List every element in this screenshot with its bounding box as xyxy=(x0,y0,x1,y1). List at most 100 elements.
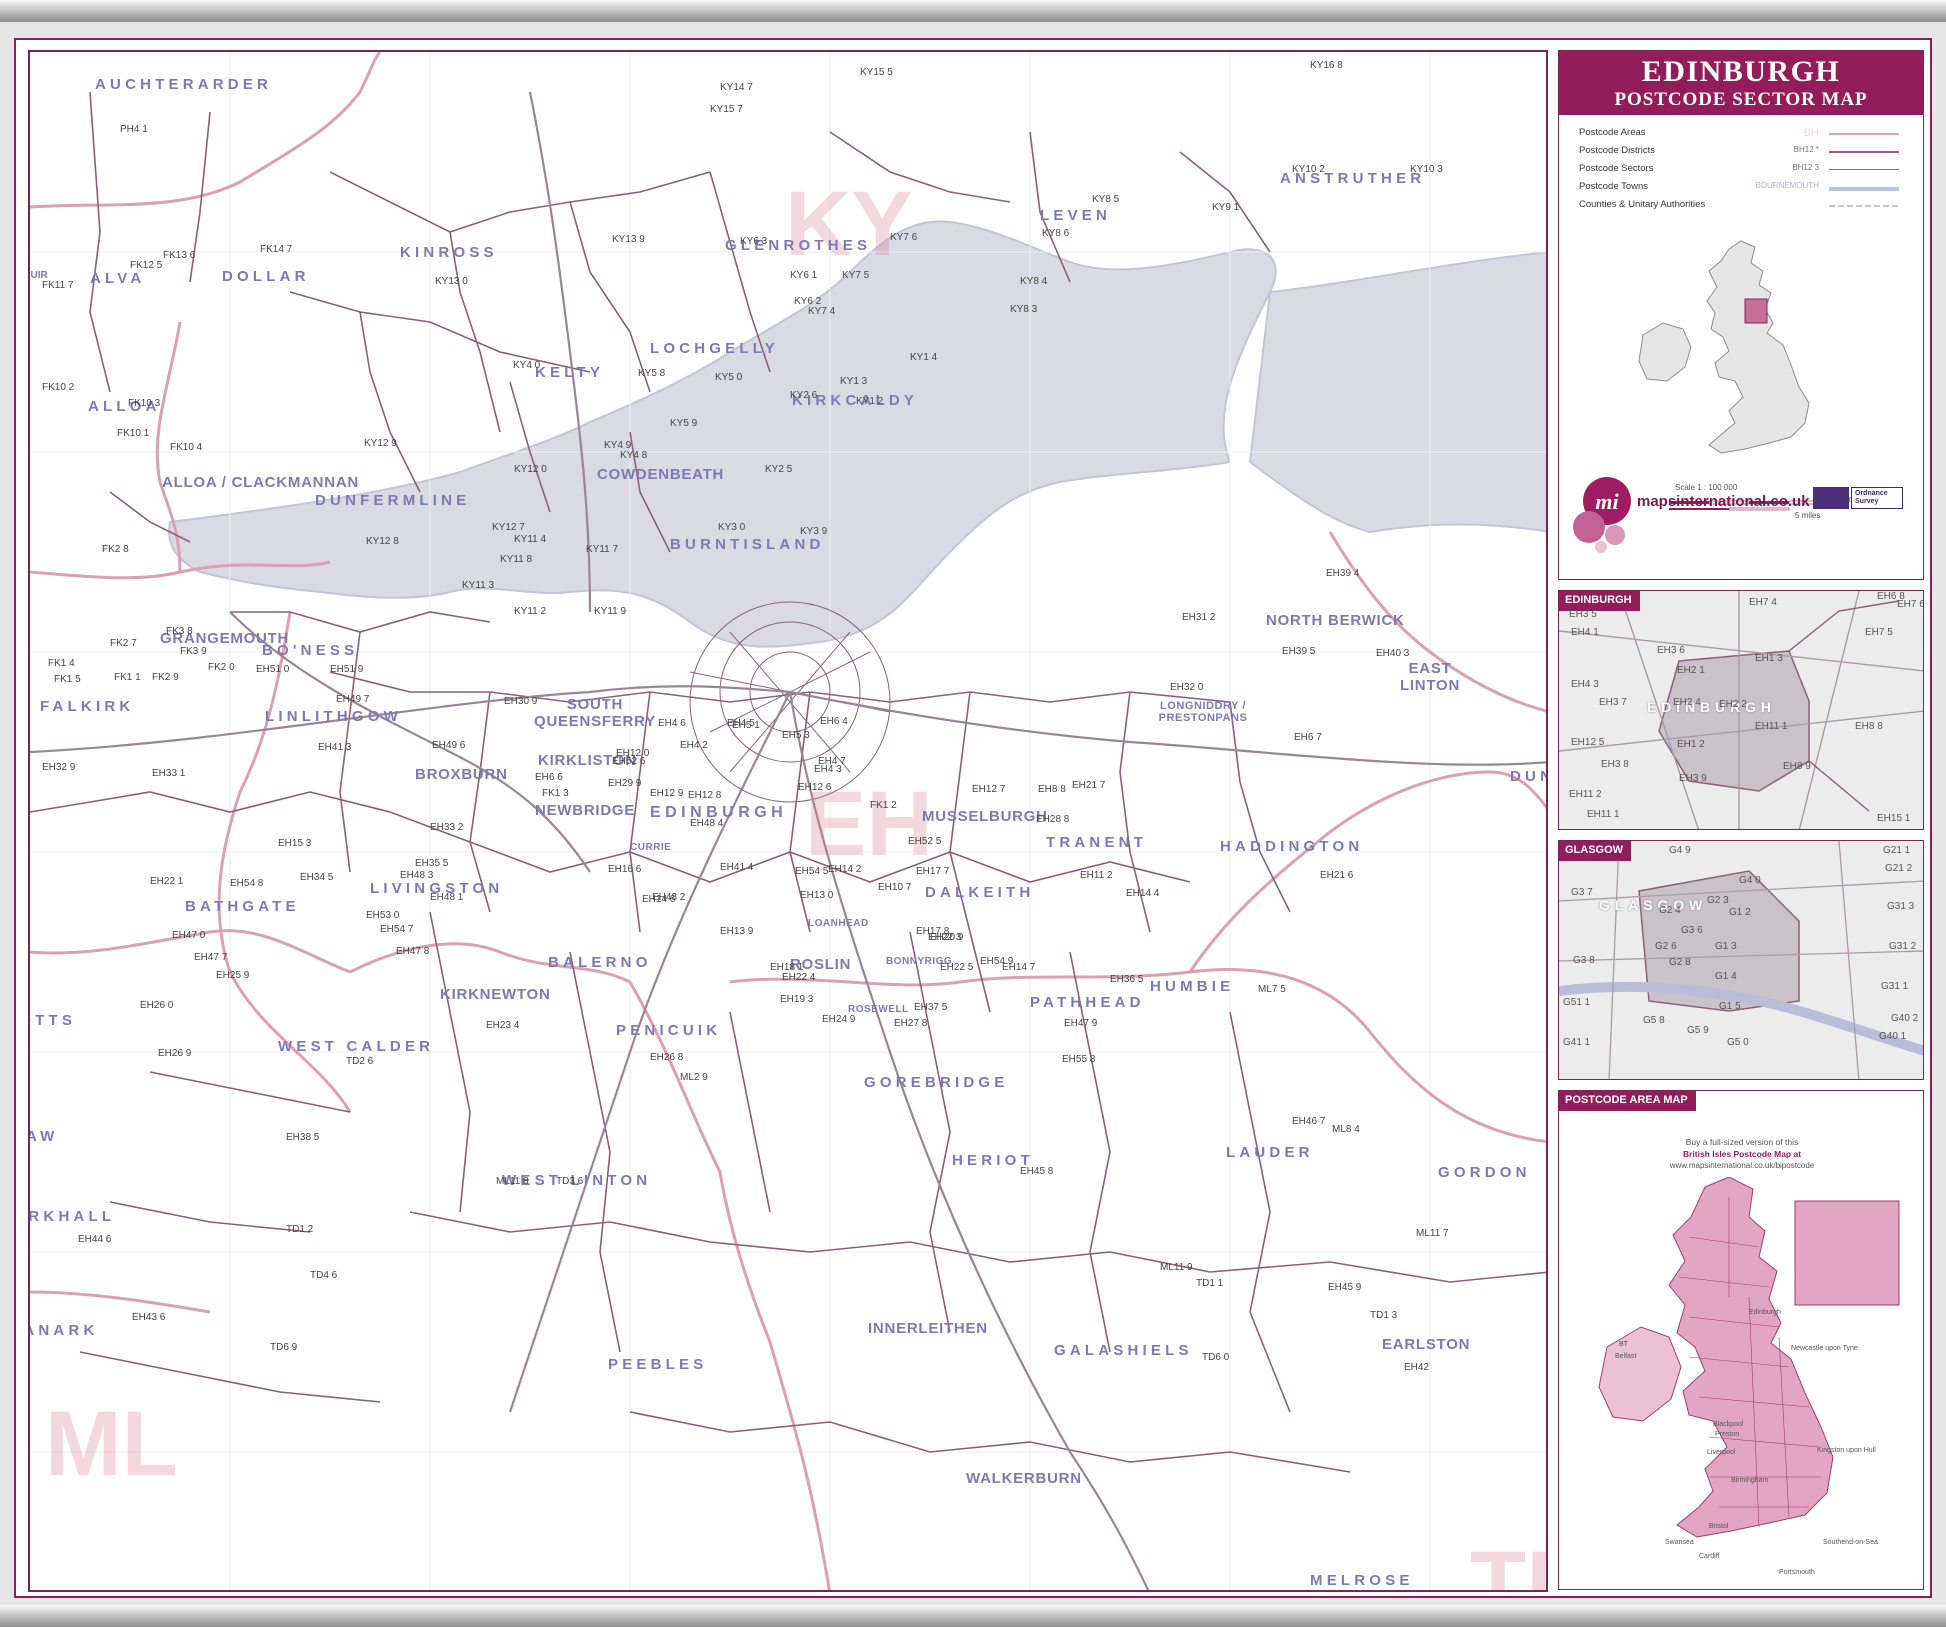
sector-label: EH42 xyxy=(1404,1362,1430,1373)
inset-sector-label: EH11 1 xyxy=(1587,809,1620,820)
inset-sector-label: EH3 7 xyxy=(1599,697,1627,708)
inset-sector-label: EH3 8 xyxy=(1601,759,1629,770)
legend-sample: BOURNEMOUTH xyxy=(1755,181,1819,190)
sector-label: EH14 6 xyxy=(642,894,676,905)
map-title: EDINBURGH xyxy=(1641,55,1841,88)
inset-sector-label: G3 7 xyxy=(1571,887,1593,898)
edinburgh-inset[interactable]: EDINBURGH EDINBURGH EH3 5 EH7 4 EH6 8 EH7 6… xyxy=(1558,590,1924,830)
map-poster: KY EH ML TD AUCHTERARDER ALVA DOLLAR KIN… xyxy=(14,38,1932,1598)
inset-sector-label: EH1 2 xyxy=(1677,739,1705,750)
main-map[interactable]: KY EH ML TD AUCHTERARDER ALVA DOLLAR KIN… xyxy=(28,50,1548,1592)
inset-place-label: EDINBURGH xyxy=(1647,699,1776,715)
sector-label: EH54 7 xyxy=(380,924,414,935)
sector-label: EH21 6 xyxy=(1320,870,1354,881)
sector-label: TD3 6 xyxy=(556,1176,584,1187)
inset-sector-label: G31 3 xyxy=(1887,901,1915,912)
postcode-area-inset[interactable]: POSTCODE AREA MAP Buy a full-sized versi… xyxy=(1558,1090,1924,1590)
sector-label: EH51 0 xyxy=(256,664,290,675)
town-label: INNERLEITHEN xyxy=(868,1320,988,1337)
sector-label: KY5 9 xyxy=(670,418,698,429)
sector-label: EH15 3 xyxy=(278,838,312,849)
sector-label: EH40 3 xyxy=(1376,648,1410,659)
title-banner: EDINBURGH POSTCODE SECTOR MAP xyxy=(1559,51,1923,115)
sector-label: KY4 8 xyxy=(620,450,648,461)
legend-sample: BH12 3 xyxy=(1792,163,1819,172)
town-label: LEVEN xyxy=(1040,207,1112,224)
town-label: WALKERBURN xyxy=(966,1470,1082,1487)
inset-title: GLASGOW xyxy=(1559,841,1632,861)
sector-label: KY4 0 xyxy=(513,360,541,371)
town-label: NORTH BERWICK xyxy=(1266,612,1405,629)
legend-line xyxy=(1829,151,1899,153)
sector-label: FK14 7 xyxy=(260,244,293,255)
legend-row: Postcode Towns BOURNEMOUTH xyxy=(1579,181,1899,195)
sector-label: KY3 0 xyxy=(718,522,746,533)
sector-label: KY1 2 xyxy=(856,396,884,407)
town-label: KIRKNEWTON xyxy=(440,986,551,1003)
sector-label: EH10 7 xyxy=(878,882,912,893)
inset-sector-label: EH3 5 xyxy=(1569,609,1597,620)
legend-label: Postcode Districts xyxy=(1579,145,1656,156)
sector-label: KY10 3 xyxy=(1410,164,1443,175)
inset-sector-label: EH15 1 xyxy=(1877,813,1911,824)
town-label: PENICUIK xyxy=(616,1022,722,1039)
sector-label: EH26 0 xyxy=(140,1000,174,1011)
inset-sector-label: G21 1 xyxy=(1883,845,1911,856)
sector-label: EH27 8 xyxy=(894,1018,928,1029)
scale-miles: 5 miles xyxy=(1795,511,1821,520)
town-label: GOREBRIDGE xyxy=(864,1074,1009,1091)
area-map-label: Blackpool xyxy=(1713,1421,1744,1428)
sector-label: EH48 4 xyxy=(690,818,724,829)
sector-label: EH22 4 xyxy=(782,972,816,983)
glasgow-inset[interactable]: GLASGOW GLASGOW G4 9 G21 1 G21 2 G4 0 G3 7 G2… xyxy=(1558,840,1924,1080)
area-map-label: Southend-on-Sea xyxy=(1823,1539,1878,1546)
town-label: HUMBIE xyxy=(1150,978,1235,995)
sector-label: KY11 2 xyxy=(514,606,547,617)
sector-label: EH8 8 xyxy=(1038,784,1066,795)
sector-label: KY13 9 xyxy=(612,234,645,245)
sector-label: EH45 9 xyxy=(1328,1282,1362,1293)
sector-label: EH22 1 xyxy=(150,876,184,887)
sector-label: KY8 5 xyxy=(1092,194,1120,205)
town-label: KINROSS xyxy=(400,244,498,261)
sector-label: EH30 9 xyxy=(504,696,538,707)
sector-label: EH4 6 xyxy=(658,718,686,729)
sector-label: EH52 5 xyxy=(908,836,942,847)
sector-label: ML11 8 xyxy=(496,1176,529,1187)
legend-line xyxy=(1829,133,1899,135)
inset-sector-label: EH3 9 xyxy=(1679,773,1707,784)
brand-name: mapsinternational.co.uk xyxy=(1637,493,1810,510)
area-map-label: BT xyxy=(1619,1341,1628,1348)
sector-label: ML8 4 xyxy=(1332,1124,1360,1135)
area-map-label: Newcastle upon Tyne xyxy=(1791,1345,1858,1352)
sector-label: EH29 9 xyxy=(608,778,642,789)
sector-label: TD1 3 xyxy=(1370,1310,1398,1321)
sector-label: FK10 1 xyxy=(117,428,150,439)
sector-label: KY12 7 xyxy=(492,522,525,533)
sector-label: FK11 7 xyxy=(42,280,74,291)
sector-label: EH41 3 xyxy=(318,742,352,753)
sector-label: KY1 4 xyxy=(910,352,938,363)
sector-label: KY8 4 xyxy=(1020,276,1048,287)
inset-sector-label: EH7 4 xyxy=(1749,597,1777,608)
top-hanging-rail xyxy=(0,0,1946,22)
area-map-label: Edinburgh xyxy=(1749,1309,1781,1316)
town-label: WISHAW xyxy=(28,1128,59,1145)
sector-label: EH39 4 xyxy=(1326,568,1360,579)
sector-label: ML11 7 xyxy=(1416,1228,1449,1239)
town-label: GALASHIELS xyxy=(1054,1342,1193,1359)
sector-label: TD6 0 xyxy=(1202,1352,1230,1363)
town-label: LANARK xyxy=(30,1322,99,1339)
sector-label: EH13 0 xyxy=(800,890,834,901)
inset-title: POSTCODE AREA MAP xyxy=(1559,1091,1696,1111)
inset-sector-label: G31 2 xyxy=(1889,941,1917,952)
sector-label: EH12 7 xyxy=(972,784,1006,795)
sector-label: EH41 4 xyxy=(720,862,754,873)
town-label: TRANENT xyxy=(1046,834,1148,851)
sector-label: EH5 3 xyxy=(782,730,810,741)
sector-label: EH54 5 xyxy=(795,866,829,877)
sector-label: EH53 0 xyxy=(366,910,400,921)
inset-sector-label: EH7 6 xyxy=(1897,599,1924,610)
legend-row: Postcode Areas BH xyxy=(1579,127,1899,141)
town-label: HADDINGTON xyxy=(1220,838,1364,855)
